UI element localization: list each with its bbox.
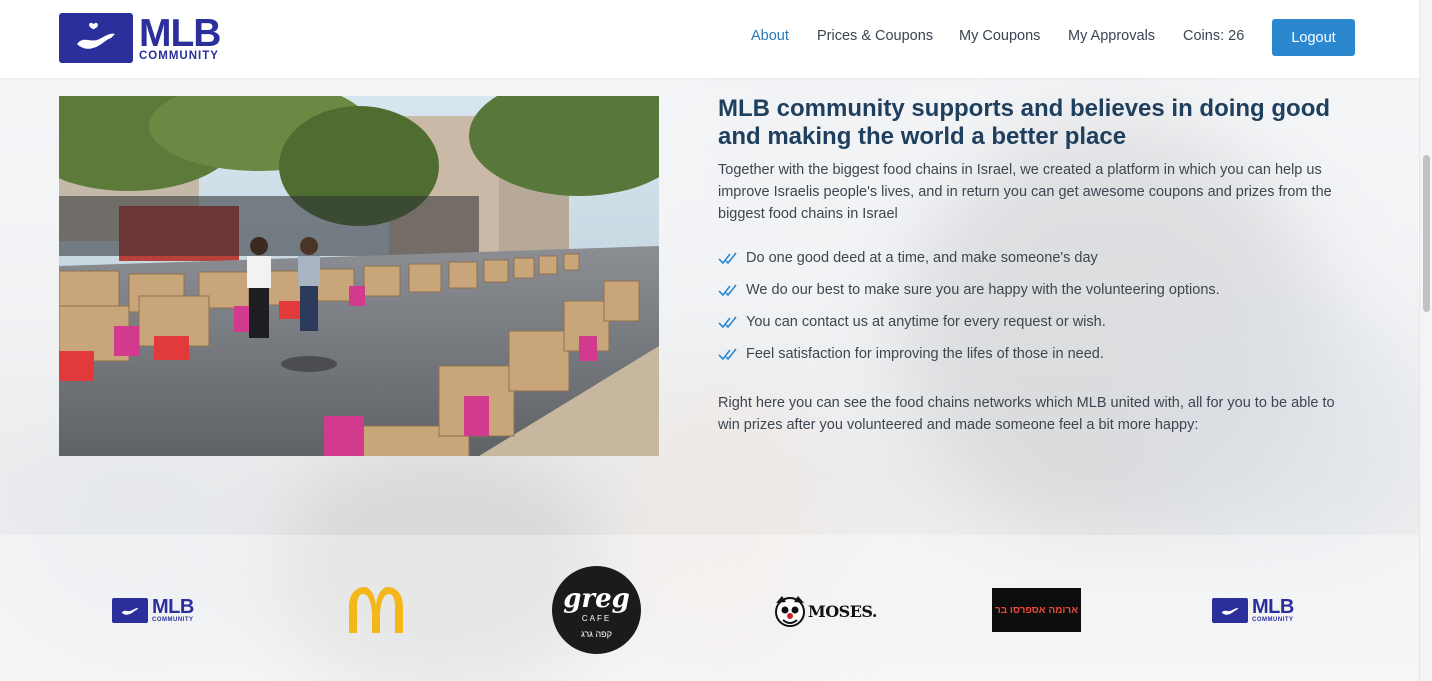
about-outro: Right here you can see the food chains n…: [718, 395, 1335, 433]
double-check-icon: [718, 284, 737, 297]
scrollbar-thumb[interactable]: [1423, 155, 1430, 312]
moses-face-icon: [775, 596, 805, 627]
page-scrollbar[interactable]: [1419, 0, 1432, 681]
hand-heart-icon: [59, 13, 133, 63]
list-item: You can contact us at anytime for every …: [718, 306, 1358, 338]
partner-name: ארומה אספרסו בר: [994, 604, 1079, 616]
list-item: We do our best to make sure you are happ…: [718, 274, 1358, 306]
partner-name: MLB: [1252, 596, 1294, 618]
about-intro: Together with the biggest food chains in…: [718, 162, 1332, 222]
double-check-icon: [718, 348, 737, 361]
list-item: Feel satisfaction for improving the life…: [718, 338, 1358, 370]
about-heading: MLB community supports and believes in d…: [718, 95, 1331, 150]
partners-strip: MLB COMMUNITY greg CAFE קפה גרג MOSES. א…: [0, 535, 1419, 681]
logout-button[interactable]: Logout: [1272, 19, 1355, 56]
double-check-icon: [718, 316, 737, 329]
hand-heart-icon: [112, 597, 148, 623]
partner-logo-moses[interactable]: MOSES.: [773, 593, 877, 629]
navbar: MLB COMMUNITY About Prices & Coupons My …: [0, 0, 1419, 78]
nav-prices-coupons[interactable]: Prices & Coupons: [817, 28, 933, 44]
golden-arches-icon: [349, 587, 403, 633]
double-check-icon: [718, 252, 737, 265]
list-item-text: You can contact us at anytime for every …: [746, 314, 1106, 330]
partner-logo-mlb[interactable]: MLB COMMUNITY: [1212, 597, 1294, 623]
nav-my-coupons[interactable]: My Coupons: [959, 28, 1040, 44]
list-item-text: We do our best to make sure you are happ…: [746, 282, 1220, 298]
partner-sub: CAFE: [581, 613, 612, 623]
partner-logo-aroma[interactable]: ארומה אספרסו בר: [992, 588, 1081, 632]
partner-name: greg: [563, 583, 630, 614]
nav-about[interactable]: About: [751, 28, 789, 44]
partner-logo-greg[interactable]: greg CAFE קפה גרג: [552, 566, 641, 654]
partner-hebrew: קפה גרג: [581, 628, 612, 639]
partner-tagline: COMMUNITY: [152, 617, 194, 623]
list-item-text: Feel satisfaction for improving the life…: [746, 346, 1104, 362]
list-item-text: Do one good deed at a time, and make som…: [746, 250, 1098, 266]
about-section: MLB community supports and believes in d…: [718, 95, 1358, 436]
hand-heart-icon: [1212, 597, 1248, 623]
volunteers-photo: [59, 96, 659, 456]
coins-counter: Coins: 26: [1183, 28, 1245, 44]
benefits-list: Do one good deed at a time, and make som…: [718, 242, 1358, 370]
brand-logo[interactable]: MLB COMMUNITY: [59, 11, 221, 63]
partner-tagline: COMMUNITY: [1252, 617, 1294, 623]
partner-logo-mcdonalds[interactable]: [346, 585, 406, 635]
partner-name: MLB: [152, 596, 194, 618]
brand-name: MLB: [139, 11, 221, 55]
partner-logo-mlb[interactable]: MLB COMMUNITY: [112, 597, 194, 623]
list-item: Do one good deed at a time, and make som…: [718, 242, 1358, 274]
brand-tagline: COMMUNITY: [139, 49, 219, 62]
partner-name: MOSES.: [808, 601, 877, 621]
nav-my-approvals[interactable]: My Approvals: [1068, 28, 1155, 44]
